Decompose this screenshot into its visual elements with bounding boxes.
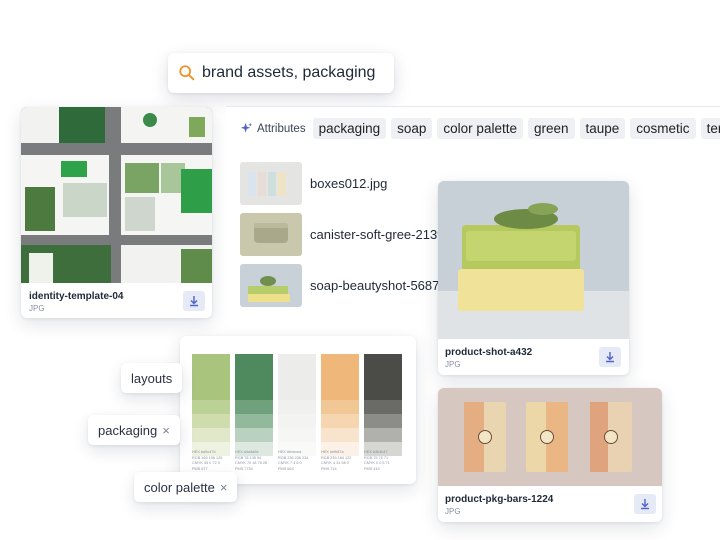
swatch-caption-line: PMS 419 <box>364 466 380 471</box>
asset-title: product-shot-a432 <box>445 347 533 358</box>
file-name: canister-soft-gree-2139 <box>310 227 445 242</box>
image-thumbnail <box>240 264 302 307</box>
color-swatch <box>235 414 273 428</box>
swatch-caption-line: PMS 714 <box>321 466 337 471</box>
color-swatch <box>192 400 230 414</box>
color-swatch <box>192 354 230 400</box>
swatch-column <box>364 354 402 456</box>
color-swatch <box>278 400 316 414</box>
download-icon <box>190 296 198 307</box>
file-name: boxes012.jpg <box>310 176 388 191</box>
asset-card-product-shot[interactable]: product-shot-a432 JPG <box>438 181 629 375</box>
chip-taupe[interactable]: taupe <box>579 118 626 139</box>
swatch-caption: HEX #a9c47d RGB 169 196 125 CMYK 45 0 72 0… <box>192 450 232 472</box>
color-swatch <box>192 414 230 428</box>
asset-card-identity[interactable]: identity-template-04 JPG <box>21 107 212 318</box>
swatch-caption: HEX #ececea RGB 236 236 234 CMYK 7 4 6 0 PM… <box>278 450 318 472</box>
search-bar[interactable]: brand assets, packaging <box>168 53 394 93</box>
close-icon[interactable]: × <box>162 423 170 438</box>
file-name: soap-beautyshot-56874 <box>310 278 447 293</box>
chip-green[interactable]: green <box>527 118 575 139</box>
file-row[interactable]: canister-soft-gree-2139 <box>240 213 444 256</box>
chip-cosmetic[interactable]: cosmetic <box>630 118 696 139</box>
asset-title: identity-template-04 <box>29 291 124 302</box>
color-swatch <box>364 428 402 442</box>
color-swatch <box>321 428 359 442</box>
tag-label: layouts <box>131 370 173 386</box>
swatch-column <box>192 354 230 456</box>
color-swatch <box>321 354 359 400</box>
color-swatch <box>278 354 316 400</box>
swatch-caption-line: PMS 663 <box>278 466 294 471</box>
chip-color-palette[interactable]: color palette <box>437 118 523 139</box>
image-thumbnail <box>240 162 302 205</box>
tag-packaging[interactable]: packaging × <box>88 415 180 445</box>
color-swatch <box>235 354 273 400</box>
color-palette-card[interactable]: HEX #a9c47d RGB 169 196 125 CMYK 45 0 72 0… <box>180 336 416 484</box>
search-input[interactable]: brand assets, packaging <box>202 64 375 82</box>
chip-soap[interactable]: soap <box>391 118 433 139</box>
download-icon <box>606 352 614 363</box>
color-swatch <box>364 414 402 428</box>
file-row[interactable]: boxes012.jpg <box>240 162 387 205</box>
download-button[interactable] <box>599 347 621 367</box>
attributes-label-text: Attributes <box>257 122 306 135</box>
asset-type: JPG <box>445 507 461 516</box>
color-swatch <box>192 428 230 442</box>
download-icon <box>641 499 649 510</box>
color-swatch <box>321 414 359 428</box>
search-icon <box>179 65 195 81</box>
swatch-column <box>321 354 359 456</box>
swatch-caption: HEX #4e8a5e RGB 78 138 94 CMYK 70 18 76 26… <box>235 450 275 472</box>
swatch-column <box>278 354 316 456</box>
download-button[interactable] <box>634 494 656 514</box>
download-button[interactable] <box>183 291 205 311</box>
attributes-label: Attributes <box>240 122 306 135</box>
chip-packaging[interactable]: packaging <box>312 118 387 139</box>
sparkle-icon <box>240 122 253 133</box>
asset-type: JPG <box>445 360 461 369</box>
color-swatch <box>278 414 316 428</box>
close-icon[interactable]: × <box>220 480 228 495</box>
asset-preview <box>438 388 662 486</box>
tag-label: packaging <box>98 422 158 438</box>
color-swatch <box>278 428 316 442</box>
image-thumbnail <box>240 213 302 256</box>
asset-type: JPG <box>29 304 45 313</box>
attributes-bar: Attributes packaging soap color palette … <box>240 118 720 139</box>
asset-preview <box>438 181 629 339</box>
tag-label: color palette <box>144 479 215 495</box>
asset-preview <box>21 107 212 283</box>
color-swatch <box>235 428 273 442</box>
swatch-column <box>235 354 273 456</box>
swatch-caption: HEX #efb87a RGB 239 184 122 CMYK 4 31 58 0… <box>321 450 361 472</box>
color-swatch <box>321 400 359 414</box>
swatch-caption: HEX #4b4b47 RGB 75 75 71 CMYK 0 0 5 71 PMS … <box>364 450 404 472</box>
tag-layouts[interactable]: layouts <box>121 363 183 393</box>
color-swatch <box>364 354 402 400</box>
file-row[interactable]: soap-beautyshot-56874 <box>240 264 447 307</box>
tag-color-palette[interactable]: color palette × <box>134 472 238 502</box>
color-swatch <box>364 400 402 414</box>
asset-card-product-bars[interactable]: product-pkg-bars-1224 JPG <box>438 388 662 522</box>
swatch-caption-line: PMS 7734 <box>235 466 253 471</box>
color-swatch <box>235 400 273 414</box>
chip-ter[interactable]: ter <box>700 118 720 139</box>
asset-title: product-pkg-bars-1224 <box>445 494 554 505</box>
